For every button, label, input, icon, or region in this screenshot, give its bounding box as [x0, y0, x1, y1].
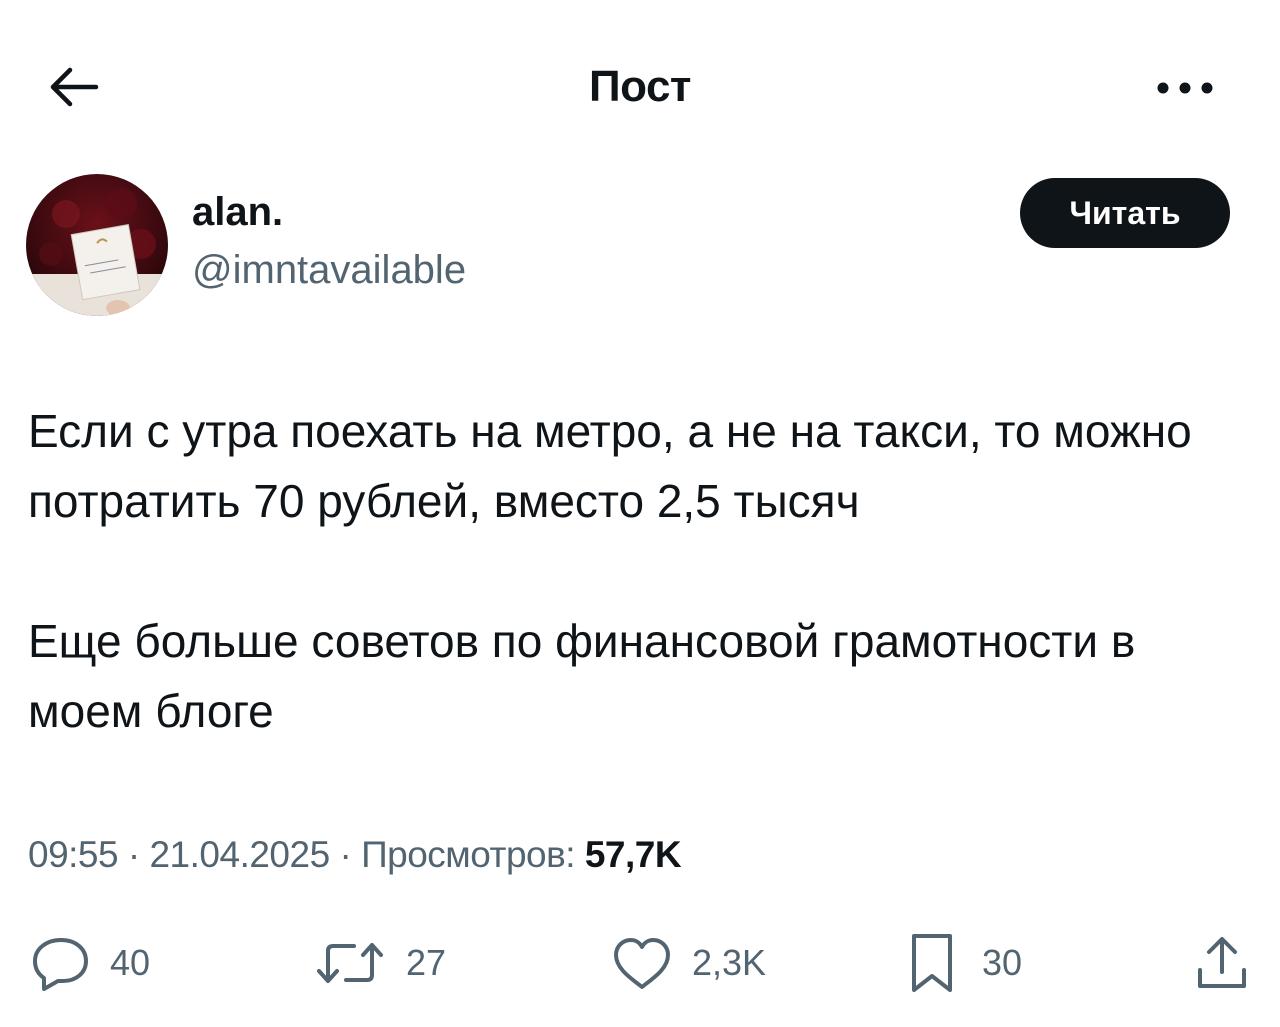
follow-button[interactable]: Читать — [1020, 178, 1230, 248]
tweet-paragraph: Еще больше советов по финансовой грамотн… — [28, 615, 1136, 737]
like-button[interactable]: 2,3K — [610, 928, 766, 998]
tweet-text: Если с утра поехать на метро, а не на та… — [28, 396, 1248, 746]
more-horizontal-icon — [1157, 82, 1213, 94]
heart-icon — [614, 938, 670, 989]
bookmark-count: 30 — [982, 942, 1023, 983]
tweet-paragraph: Если с утра поехать на метро, а не на та… — [28, 405, 1192, 527]
share-button[interactable] — [1192, 928, 1252, 998]
author-handle[interactable]: @imntavailable — [192, 248, 466, 293]
bookmark-icon — [912, 934, 952, 992]
views-label: Просмотров: — [361, 834, 576, 875]
avatar[interactable] — [26, 174, 168, 316]
share-icon — [1198, 937, 1246, 988]
tweet-meta: 09:55 · 21.04.2025 · Просмотров: 57,7K — [28, 834, 682, 876]
repost-button[interactable]: 27 — [312, 928, 446, 998]
reply-count: 40 — [110, 942, 151, 983]
top-bar: Пост — [0, 0, 1280, 180]
views-count[interactable]: 57,7K — [585, 834, 682, 875]
author-display-name[interactable]: alan. — [192, 190, 283, 235]
avatar-image — [26, 174, 168, 316]
action-bar: 40 27 2,3K 30 — [0, 928, 1280, 998]
meta-separator: · — [127, 834, 140, 875]
meta-separator: · — [339, 834, 352, 875]
more-button[interactable] — [1150, 68, 1220, 108]
tweet-date[interactable]: 21.04.2025 — [149, 834, 330, 875]
tweet-time[interactable]: 09:55 — [28, 834, 119, 875]
repost-count: 27 — [406, 942, 447, 983]
reply-button[interactable]: 40 — [30, 928, 150, 998]
reply-icon — [33, 938, 88, 991]
bookmark-button[interactable]: 30 — [900, 928, 1022, 998]
like-count: 2,3K — [692, 942, 767, 983]
repost-icon — [317, 943, 383, 983]
page-title: Пост — [589, 62, 691, 111]
